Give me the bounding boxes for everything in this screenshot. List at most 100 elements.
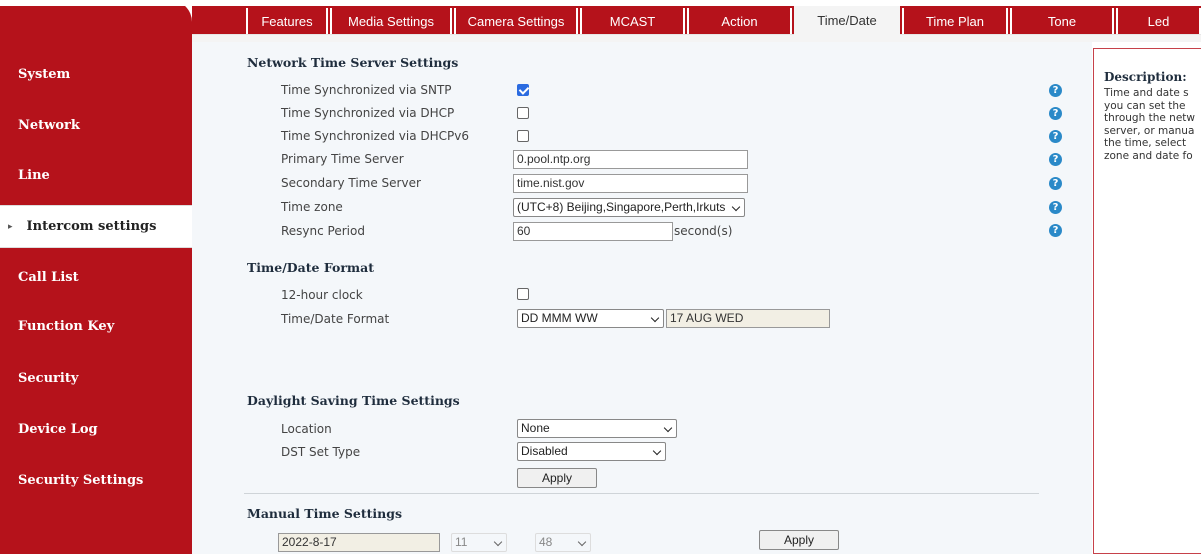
location-select-value: None (521, 421, 550, 435)
manual-minute-select[interactable]: 48 (535, 533, 591, 552)
chevron-down-icon (663, 423, 673, 433)
format-preview: 17 AUG WED (666, 309, 830, 328)
help-icon[interactable]: ? (1049, 224, 1062, 237)
manual-hour-select[interactable]: 11 (451, 533, 507, 552)
help-icon[interactable]: ? (1049, 107, 1062, 120)
chevron-down-icon (577, 537, 587, 547)
tab-label: Time/Date (817, 13, 877, 28)
sidebar-item-security[interactable]: Security (0, 358, 192, 398)
sidebar-item-label: Call List (18, 269, 79, 285)
description-line: the time, select (1104, 137, 1187, 149)
chevron-down-icon (652, 446, 662, 456)
primary-server-label: Primary Time Server (281, 152, 404, 166)
timezone-label: Time zone (281, 200, 343, 214)
timezone-select-value: (UTC+8) Beijing,Singapore,Perth,Irkuts (517, 200, 726, 214)
primary-server-input[interactable]: 0.pool.ntp.org (513, 150, 748, 169)
tab-label: MCAST (609, 13, 656, 29)
dst-type-select[interactable]: Disabled (517, 442, 666, 461)
hour12-label: 12-hour clock (281, 288, 363, 302)
manual-apply-button[interactable]: Apply (759, 530, 839, 550)
manual-hour-value: 11 (455, 535, 468, 549)
tab-label: Action (721, 13, 758, 29)
chevron-down-icon (731, 202, 741, 212)
sidebar-item-security-settings[interactable]: Security Settings (0, 460, 192, 500)
description-line: through the netw (1104, 112, 1195, 124)
description-panel: Description: Time and date s you can set… (1093, 48, 1201, 554)
sidebar-item-label: Function Key (18, 318, 115, 334)
sidebar-item-call-list[interactable]: Call List (0, 257, 192, 297)
sidebar-top-gap (0, 0, 192, 6)
description-text: Time and date s you can set the through … (1104, 87, 1201, 162)
sidebar-item-intercom-settings[interactable]: ▸ Intercom settings (0, 205, 192, 248)
description-panel-topline (1094, 48, 1201, 49)
tab-label: Tone (1047, 13, 1077, 29)
sidebar-item-function-key[interactable]: Function Key (0, 306, 192, 346)
manual-date-input[interactable]: 2022-8-17 (278, 533, 440, 552)
dhcpv6-label: Time Synchronized via DHCPv6 (281, 129, 469, 143)
format-select-value: DD MMM WW (521, 311, 598, 325)
tab-led[interactable]: Led (1116, 8, 1201, 34)
sntp-label: Time Synchronized via SNTP (281, 83, 452, 97)
sidebar-item-label: Line (18, 167, 50, 183)
tab-label: Time Plan (925, 13, 985, 29)
hour12-checkbox[interactable] (517, 288, 529, 300)
secondary-server-label: Secondary Time Server (281, 176, 421, 190)
section-title-network-time: Network Time Server Settings (247, 55, 459, 70)
manual-minute-value: 48 (539, 535, 553, 549)
chevron-down-icon (493, 537, 503, 547)
timezone-select[interactable]: (UTC+8) Beijing,Singapore,Perth,Irkuts (513, 198, 745, 217)
resync-unit: second(s) (674, 224, 733, 238)
tab-label: Media Settings (348, 13, 434, 29)
help-icon[interactable]: ? (1049, 201, 1062, 214)
sidebar-item-line[interactable]: Line (0, 155, 192, 195)
sidebar-item-label: Device Log (18, 421, 98, 437)
description-line: Time and date s (1104, 87, 1189, 99)
tab-mcast[interactable]: MCAST (580, 8, 685, 34)
tab-camera-settings[interactable]: Camera Settings (454, 8, 578, 34)
divider (244, 493, 1039, 494)
sidebar-item-network[interactable]: Network (0, 105, 192, 145)
description-line: you can set the (1104, 99, 1186, 112)
sidebar-item-label: System (18, 66, 71, 82)
dhcpv6-checkbox[interactable] (517, 130, 529, 142)
tab-time-date[interactable]: Time/Date (794, 6, 900, 35)
tab-label: Camera Settings (467, 13, 565, 29)
sidebar-item-label: Security Settings (18, 472, 144, 488)
secondary-server-input[interactable]: time.nist.gov (513, 174, 748, 193)
format-select[interactable]: DD MMM WW (517, 309, 664, 328)
dst-apply-button[interactable]: Apply (517, 468, 597, 488)
tab-time-plan[interactable]: Time Plan (902, 8, 1008, 34)
section-title-dst: Daylight Saving Time Settings (247, 393, 460, 408)
sidebar-item-device-log[interactable]: Device Log (0, 409, 192, 449)
format-label: Time/Date Format (281, 312, 390, 326)
dst-type-select-value: Disabled (521, 444, 568, 458)
tab-tone[interactable]: Tone (1010, 8, 1114, 34)
description-line: server, or manua (1104, 124, 1195, 137)
help-icon[interactable]: ? (1049, 130, 1062, 143)
main-content: Network Time Server Settings Time Synchr… (192, 42, 1092, 554)
tab-features[interactable]: Features (246, 8, 328, 34)
tab-action[interactable]: Action (687, 8, 792, 34)
sidebar: System Network Line ▸ Intercom settings C… (0, 0, 192, 554)
tab-label: Features (261, 13, 313, 29)
sidebar-item-label: Network (18, 117, 80, 133)
dhcp-checkbox[interactable] (517, 107, 529, 119)
sidebar-item-label: Intercom settings (26, 219, 157, 234)
tab-bar-underline (192, 34, 1201, 42)
location-select[interactable]: None (517, 419, 677, 438)
dst-type-label: DST Set Type (281, 445, 361, 459)
resync-input[interactable]: 60 (513, 222, 673, 241)
help-icon[interactable]: ? (1049, 153, 1062, 166)
section-title-time-date-format: Time/Date Format (247, 260, 375, 275)
sidebar-item-system[interactable]: System (0, 54, 192, 94)
help-icon[interactable]: ? (1049, 84, 1062, 97)
description-line: zone and date fo (1104, 149, 1193, 162)
chevron-down-icon (650, 313, 660, 323)
section-title-manual-time: Manual Time Settings (247, 506, 403, 521)
sntp-checkbox[interactable] (517, 84, 529, 96)
dhcp-label: Time Synchronized via DHCP (281, 106, 455, 120)
chevron-right-icon: ▸ (8, 221, 13, 232)
tab-media-settings[interactable]: Media Settings (330, 8, 452, 34)
description-title: Description: (1104, 70, 1187, 84)
help-icon[interactable]: ? (1049, 177, 1062, 190)
